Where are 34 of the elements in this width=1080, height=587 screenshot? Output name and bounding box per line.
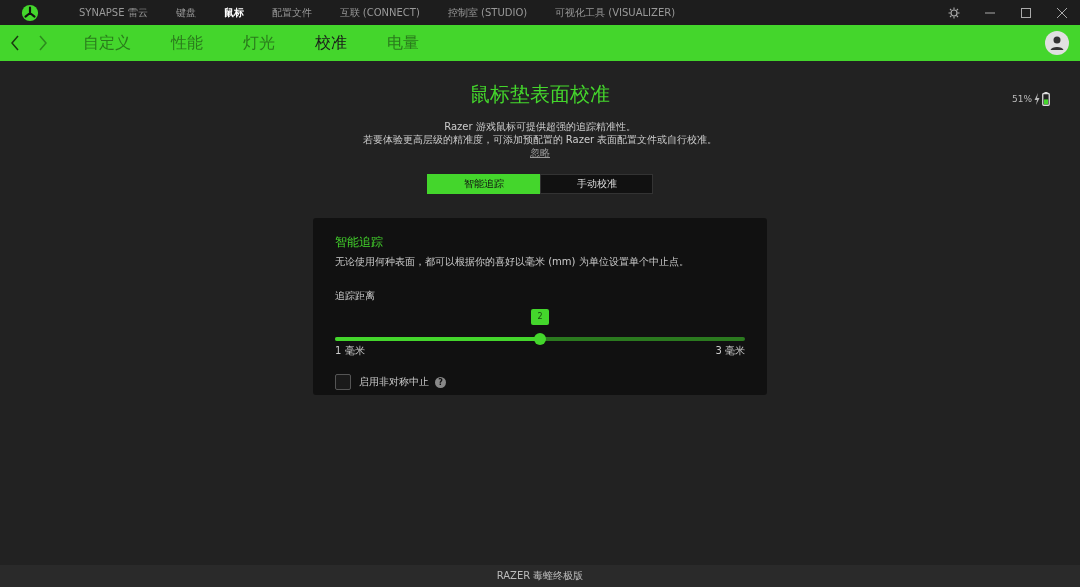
device-name: RAZER 毒蝰终极版 [496,569,584,583]
page-title: 鼠标垫表面校准 [470,81,610,108]
checkbox[interactable] [335,374,351,390]
ignore-link[interactable]: 忽略 [530,146,550,159]
top-menu-item[interactable]: 键盘 [175,5,196,20]
settings-icon[interactable] [948,6,960,19]
intro-text: Razer 游戏鼠标可提供超强的追踪精准性。 [444,120,636,133]
maximize-icon[interactable] [1020,6,1032,19]
tab[interactable]: 校准 [315,32,347,54]
panel-description: 无论使用何种表面，都可以根据你的喜好以毫米 (mm) 为单位设置单个中止点。 [335,255,690,269]
battery-reading: 51% [1012,94,1032,104]
avatar-icon[interactable] [1045,31,1069,55]
checkbox-label: 启用非对称中止 [359,375,429,389]
top-menu-item[interactable]: SYNAPSE 雷云 [79,5,148,20]
battery-icon [1042,92,1050,106]
logo-icon [21,3,39,22]
top-menu-item[interactable]: 鼠标 [223,5,244,20]
top-menu-item[interactable]: 可视化工具 (VISUALIZER) [555,5,676,20]
slider-label: 追踪距离 [335,289,376,303]
panel-heading: 智能追踪 [335,234,384,251]
back-icon[interactable] [10,35,20,51]
slider-max-label: 3 毫米 [715,344,745,358]
close-icon[interactable] [1056,6,1068,19]
mode-toggle[interactable]: 智能追踪 [427,174,540,194]
top-menu-item[interactable]: 互联 (CONNECT) [339,5,420,20]
charging-icon [1034,93,1040,105]
slider-thumb[interactable] [534,333,546,345]
slider-min-label: 1 毫米 [335,344,365,358]
top-menu-item[interactable]: 配置文件 [271,5,312,20]
intro-text: 若要体验更高层级的精准度，可添加预配置的 Razer 表面配置文件或自行校准。 [362,133,718,146]
top-menu-item[interactable]: 控制室 (STUDIO) [447,5,528,20]
help-icon[interactable]: ? [435,376,446,388]
slider-value: 2 [531,309,549,325]
mode-toggle[interactable]: 手动校准 [540,174,653,194]
